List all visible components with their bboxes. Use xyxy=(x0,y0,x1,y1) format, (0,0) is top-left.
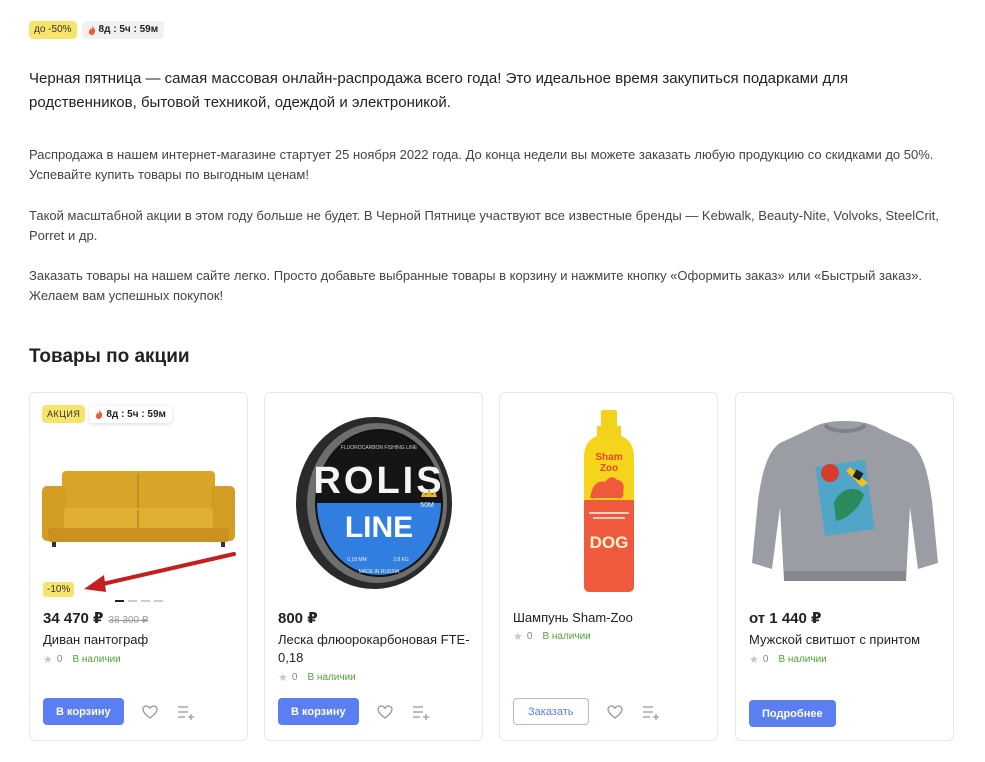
price: 800 ₽ xyxy=(278,609,318,627)
price: от 1 440 ₽ xyxy=(749,609,821,627)
pagination-dot[interactable] xyxy=(154,600,163,602)
product-image[interactable]: Sham Zoo DOG xyxy=(512,403,705,598)
rating-count: 0 xyxy=(762,654,769,665)
current-price: 34 470 ₽ xyxy=(43,610,104,627)
compare-icon[interactable] xyxy=(642,703,660,721)
image-pagination[interactable] xyxy=(115,600,163,602)
sofa-image xyxy=(42,470,235,547)
rating-stock: ★ 0 В наличии xyxy=(749,653,827,666)
add-to-cart-button[interactable]: В корзину xyxy=(278,698,359,725)
old-price: 38 300 ₽ xyxy=(108,615,149,626)
arrow-annotation xyxy=(84,552,236,592)
top-badges: до -50% 8д : 5ч : 59м xyxy=(29,21,165,39)
heart-icon[interactable] xyxy=(606,703,624,721)
intro-text: Черная пятница — самая массовая онлайн-р… xyxy=(29,70,849,111)
timer-text: 8д : 5ч : 59м xyxy=(106,408,166,420)
product-card-sweatshirt[interactable]: от 1 440 ₽ Мужской свитшот с принтом ★ 0… xyxy=(735,392,954,741)
bottle-label: DOG xyxy=(589,533,628,552)
paragraph-1: Распродажа в нашем интернет-магазине ста… xyxy=(29,147,934,182)
pagination-dot[interactable] xyxy=(141,600,150,602)
product-name[interactable]: Шампунь Sham-Zoo xyxy=(513,609,708,627)
stock-status: В наличии xyxy=(778,654,827,665)
current-price: 800 ₽ xyxy=(278,610,318,627)
stock-status: В наличии xyxy=(72,654,121,665)
spool-small-text: FLUOROCARBON FISHING LINE xyxy=(340,445,417,451)
compare-icon[interactable] xyxy=(177,703,195,721)
compare-icon[interactable] xyxy=(412,703,430,721)
rating-stock: ★ 0 В наличии xyxy=(513,630,591,643)
timer-badge: 8д : 5ч : 59м xyxy=(89,405,172,423)
product-image[interactable]: FLUOROCARBON FISHING LINE ROLIS 50M LINE… xyxy=(277,403,470,598)
add-to-cart-button[interactable]: В корзину xyxy=(43,698,124,725)
star-icon: ★ xyxy=(43,654,53,666)
page: до -50% 8д : 5ч : 59м Черная пятница — с… xyxy=(0,0,985,762)
spool-strength: 2,8 KG xyxy=(393,557,409,563)
spool-brand-bottom: LINE xyxy=(344,511,412,544)
rating-stock: ★ 0 В наличии xyxy=(278,671,356,684)
sweatshirt-image xyxy=(751,420,938,581)
order-button[interactable]: Заказать xyxy=(513,698,589,725)
rating-count: 0 xyxy=(291,672,298,683)
promo-badge: АКЦИЯ xyxy=(42,405,86,423)
sale-badge: до -50% xyxy=(29,21,77,39)
rating-count: 0 xyxy=(526,631,533,642)
bottle-brand-line1: Sham xyxy=(595,452,622,463)
spool-diameter: 0,18 MM xyxy=(347,557,366,563)
timer-badge: 8д : 5ч : 59м xyxy=(81,21,165,39)
product-name[interactable]: Леска флюорокарбоновая FTE-0,18 xyxy=(278,631,473,667)
details-button[interactable]: Подробнее xyxy=(749,700,836,727)
product-image[interactable] xyxy=(748,403,941,598)
flame-icon xyxy=(96,409,103,419)
star-icon: ★ xyxy=(278,672,288,684)
product-card-fishing-line[interactable]: FLUOROCARBON FISHING LINE ROLIS 50M LINE… xyxy=(264,392,483,741)
product-card-shampoo[interactable]: Sham Zoo DOG Шампунь Sham-Zoo ★ 0 В нали… xyxy=(499,392,718,741)
paragraph-2: Такой масштабной акции в этом году больш… xyxy=(29,208,939,243)
bottle-brand-line2: Zoo xyxy=(599,463,617,474)
current-price: от 1 440 ₽ xyxy=(749,610,822,627)
heart-icon[interactable] xyxy=(141,703,159,721)
stock-status: В наличии xyxy=(307,672,356,683)
product-name[interactable]: Мужской свитшот с принтом xyxy=(749,631,944,649)
star-icon: ★ xyxy=(749,654,759,666)
pagination-dot[interactable] xyxy=(128,600,137,602)
star-icon: ★ xyxy=(513,631,523,643)
timer-text: 8д : 5ч : 59м xyxy=(98,24,159,35)
price: 34 470 ₽ 38 300 ₽ xyxy=(43,609,148,627)
product-name[interactable]: Диван пантограф xyxy=(43,631,238,649)
spool-length: 50M xyxy=(420,502,434,509)
paragraph-3: Заказать товары на нашем сайте легко. Пр… xyxy=(29,268,923,303)
spool-origin: MADE IN RUSSIA xyxy=(358,569,400,575)
heart-icon[interactable] xyxy=(376,703,394,721)
product-card-sofa[interactable]: АКЦИЯ 8д : 5ч : 59м -10% 34 470 ₽ 38 300… xyxy=(29,392,248,741)
flame-icon xyxy=(88,25,95,35)
discount-badge: -10% xyxy=(43,582,75,597)
rating-count: 0 xyxy=(56,654,63,665)
spool-image: FLUOROCARBON FISHING LINE ROLIS 50M LINE… xyxy=(295,416,452,589)
section-title: Товары по акции xyxy=(29,346,190,367)
pagination-dot[interactable] xyxy=(115,600,124,602)
stock-status: В наличии xyxy=(542,631,591,642)
bottle-image: Sham Zoo DOG xyxy=(583,410,634,592)
card-badges: АКЦИЯ 8д : 5ч : 59м xyxy=(42,405,172,423)
rating-stock: ★ 0 В наличии xyxy=(43,653,121,666)
